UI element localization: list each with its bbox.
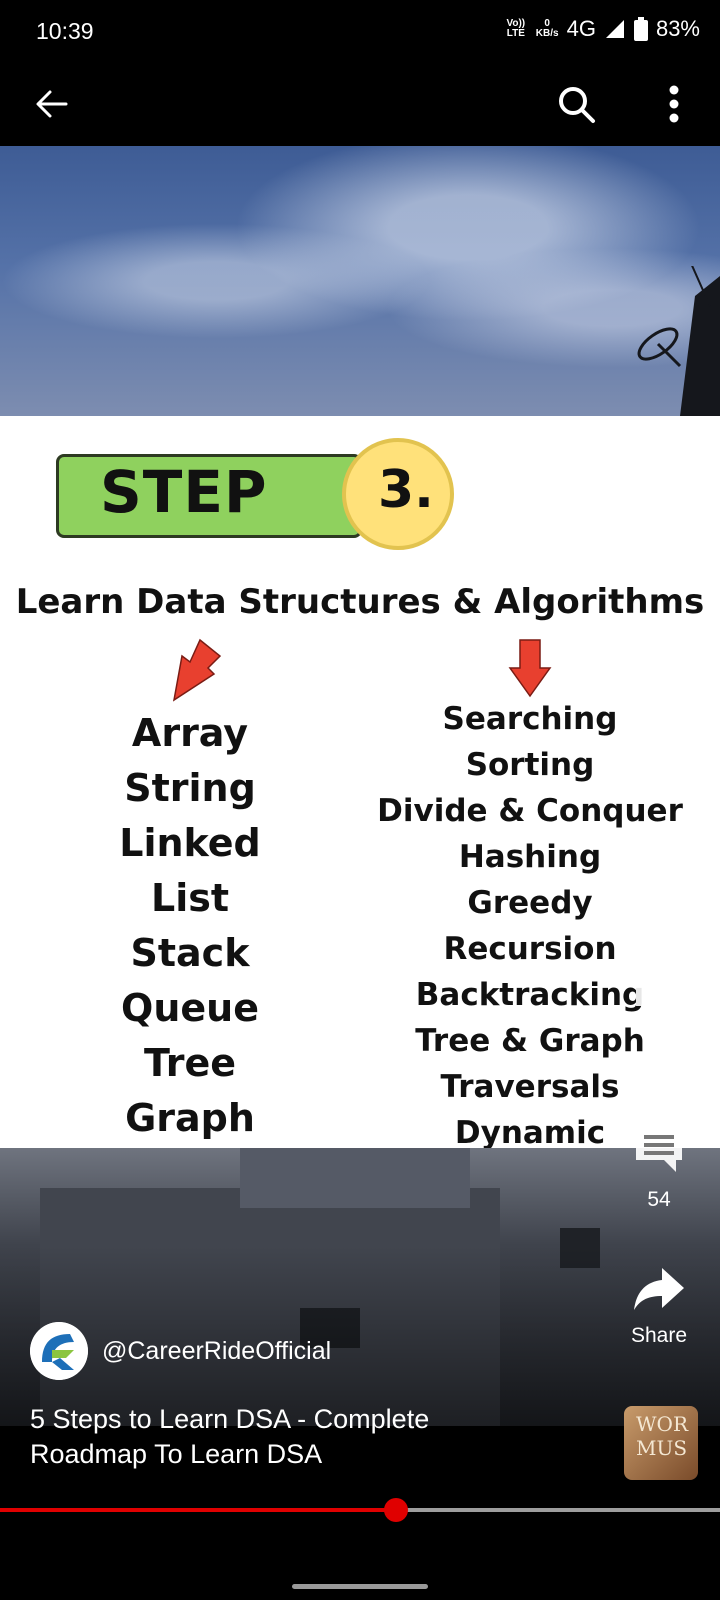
status-icons: Vo)) LTE 0 KB/s 4G 83% — [504, 16, 700, 42]
like-count: 21K — [640, 902, 678, 925]
careerride-logo-icon — [30, 1322, 88, 1380]
step-number: 3. — [378, 460, 434, 520]
back-arrow-icon — [36, 90, 68, 118]
list-item: Queue — [121, 986, 259, 1030]
search-icon — [559, 87, 595, 123]
list-item: Searching — [442, 701, 618, 737]
list-item: Linked List — [119, 821, 261, 920]
dislike-label: 259 — [641, 1042, 677, 1065]
more-vert-icon — [669, 85, 679, 123]
share-label: Share — [630, 1324, 688, 1347]
search-button[interactable] — [548, 76, 604, 132]
channel-handle[interactable]: @CareerRideOfficial — [102, 1337, 331, 1366]
back-button[interactable] — [24, 76, 80, 132]
like-button[interactable]: 21K — [614, 836, 704, 926]
list-item: Tree — [143, 1041, 237, 1085]
more-options-button[interactable] — [646, 76, 702, 132]
list-item: Stack — [130, 931, 250, 975]
satellite-dish-icon — [637, 266, 720, 416]
step-label: STEP — [100, 458, 268, 526]
data-speed: 0 KB/s — [536, 19, 559, 39]
video-title[interactable]: 5 Steps to Learn DSA - Complete Roadmap … — [30, 1402, 550, 1472]
thumbs-down-icon — [636, 980, 684, 1026]
comments-button[interactable]: 54 — [614, 1122, 704, 1212]
data-structures-list: Array String Linked List Stack Queue Tre… — [80, 706, 300, 1146]
channel-avatar[interactable] — [30, 1322, 88, 1380]
music-thumb-text: WOR MUS — [636, 1412, 689, 1460]
top-bar — [0, 62, 720, 146]
video-player[interactable]: STEP 3. Learn Data Structures & Algorith… — [0, 146, 720, 1426]
music-thumbnail[interactable]: WOR MUS — [624, 1406, 698, 1480]
share-icon — [634, 1268, 684, 1310]
signal-icon — [605, 20, 624, 38]
battery-icon — [633, 17, 648, 41]
data-speed-unit: KB/s — [535, 28, 559, 39]
comment-icon — [636, 1126, 682, 1172]
list-item: Array — [131, 711, 249, 755]
card-heading: Learn Data Structures & Algorithms — [15, 582, 705, 622]
progress-scrubber[interactable] — [384, 1498, 408, 1522]
video-sky-background — [0, 146, 720, 416]
comment-count: 54 — [647, 1188, 671, 1211]
battery-percent: 83% — [655, 16, 700, 41]
channel-info[interactable]: @CareerRideOfficial — [30, 1322, 331, 1380]
thumbs-up-icon — [636, 840, 684, 886]
share-button[interactable]: Share — [614, 1266, 704, 1348]
network-type: 4G — [566, 16, 596, 41]
progress-fill — [0, 1508, 396, 1512]
right-arrow-icon — [508, 639, 552, 698]
status-bar: 10:39 Vo)) LTE 0 KB/s 4G 83% — [0, 0, 720, 62]
building-top — [240, 1148, 470, 1208]
dislike-button[interactable]: 259 — [614, 976, 704, 1066]
volte-indicator: Vo)) LTE — [506, 18, 526, 39]
list-item: Sorting — [465, 747, 595, 783]
list-item: Recursion — [443, 931, 617, 967]
left-arrow-icon — [172, 638, 222, 702]
dsa-step-card: STEP 3. Learn Data Structures & Algorith… — [0, 416, 720, 1197]
home-indicator[interactable] — [292, 1584, 428, 1589]
list-item: String — [124, 766, 256, 810]
list-item: Divide & Conquer — [377, 793, 683, 829]
video-progress-bar[interactable] — [0, 1498, 720, 1522]
status-time: 10:39 — [36, 18, 94, 44]
list-item: Graph — [125, 1096, 255, 1140]
